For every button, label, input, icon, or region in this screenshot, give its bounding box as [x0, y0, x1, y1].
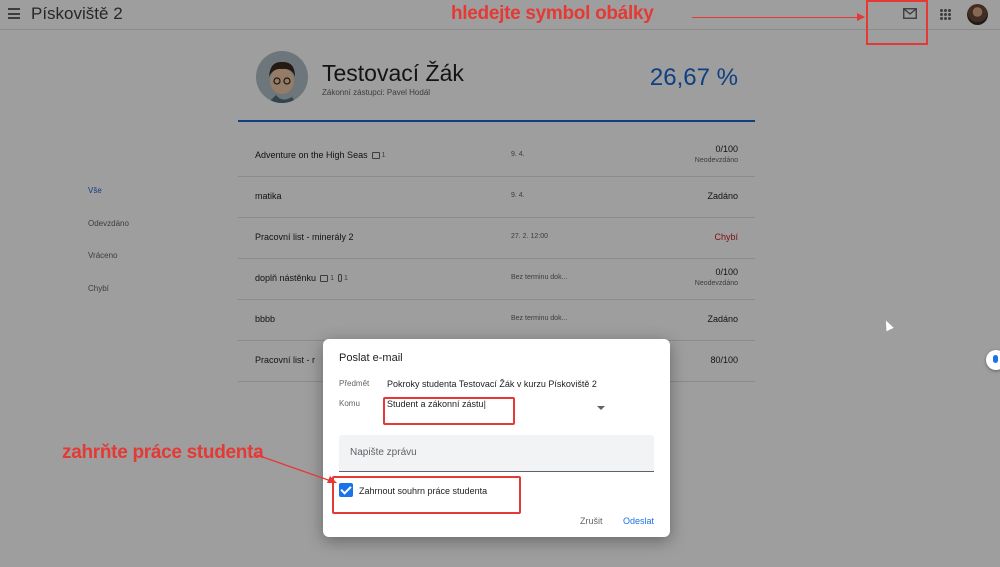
annotation-box-recipient — [383, 397, 515, 425]
subject-label: Předmět — [339, 379, 370, 388]
cancel-button[interactable]: Zrušit — [580, 516, 603, 526]
send-button[interactable]: Odeslat — [623, 516, 654, 526]
dropdown-arrow-icon[interactable] — [597, 406, 605, 410]
message-placeholder: Napište zprávu — [350, 447, 417, 458]
annotation-arrow-top — [692, 13, 865, 21]
annotation-include-work: zahrňte práce studenta — [62, 442, 264, 463]
annotation-arrow-left — [256, 454, 337, 483]
message-input[interactable]: Napište zprávu — [339, 435, 654, 472]
microphone-icon[interactable] — [986, 350, 1000, 370]
subject-value: Pokroky studenta Testovací Žák v kurzu P… — [387, 379, 597, 389]
annotation-find-envelope: hledejte symbol obálky — [451, 3, 654, 24]
send-email-dialog: Poslat e-mail Předmět Pokroky studenta T… — [323, 339, 670, 537]
annotation-box-checkbox — [332, 476, 521, 514]
dialog-title: Poslat e-mail — [339, 352, 403, 364]
annotation-box-mail — [866, 0, 928, 45]
to-label: Komu — [339, 399, 360, 408]
